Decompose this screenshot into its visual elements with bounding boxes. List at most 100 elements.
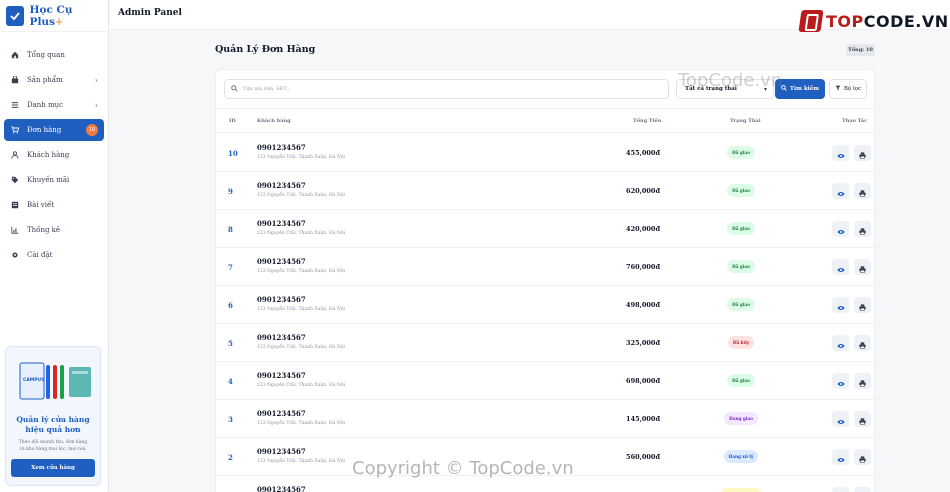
stationery-illustration: CAMPUS: [6, 361, 100, 413]
topcode-watermark-logo: TOPCODE.VN: [798, 10, 949, 32]
col-header-id[interactable]: ID: [229, 118, 236, 124]
row-actions: [832, 449, 871, 465]
sidebar-item-label: Cài đặt: [27, 251, 53, 259]
view-order-button[interactable]: [832, 183, 849, 199]
view-order-button[interactable]: [832, 411, 849, 427]
sidebar-item-2[interactable]: Danh mục ›: [4, 94, 104, 116]
order-id[interactable]: 5: [228, 339, 233, 348]
print-order-button[interactable]: [854, 373, 871, 389]
print-order-button[interactable]: [854, 297, 871, 313]
status-cell: Đã giao: [719, 298, 763, 311]
row-actions: [832, 145, 871, 161]
customer-address: 123 Nguyễn Trãi, Thanh Xuân, Hà Nội: [257, 269, 345, 274]
table-row[interactable]: 8 0901234567 123 Nguyễn Trãi, Thanh Xuân, …: [216, 210, 874, 248]
order-id[interactable]: 3: [228, 415, 233, 424]
status-cell: Đã giao: [719, 222, 763, 235]
order-id[interactable]: 7: [228, 263, 233, 272]
col-header-total[interactable]: Tổng Tiền: [633, 118, 661, 124]
print-order-button[interactable]: [854, 183, 871, 199]
print-order-button[interactable]: [854, 449, 871, 465]
order-total: 455,000đ: [626, 149, 660, 157]
order-id[interactable]: 9: [228, 187, 233, 196]
print-order-button[interactable]: [854, 335, 871, 351]
promo-desc: Theo dõi doanh thu, đơn hàng và kho hàng…: [18, 440, 88, 452]
customer-address: 123 Nguyễn Trãi, Thanh Xuân, Hà Nội: [257, 307, 345, 312]
table-row[interactable]: 5 0901234567 123 Nguyễn Trãi, Thanh Xuân, …: [216, 324, 874, 362]
sidebar-item-8[interactable]: Cài đặt: [4, 244, 104, 266]
eye-icon: [836, 144, 845, 163]
view-order-button[interactable]: [832, 335, 849, 351]
sidebar-item-0[interactable]: Tổng quan: [4, 44, 104, 66]
sidebar-nav: Tổng quan Sản phẩm › Danh mục › Đơn hàng 10 Khá…: [0, 32, 108, 266]
table-row[interactable]: 6 0901234567 123 Nguyễn Trãi, Thanh Xuân, …: [216, 286, 874, 324]
sidebar-item-3[interactable]: Đơn hàng 10: [4, 119, 104, 141]
brand[interactable]: Học Cụ Plus+: [0, 0, 108, 32]
order-total: 420,000đ: [626, 225, 660, 233]
status-badge: Đã hủy: [727, 336, 755, 349]
view-store-button[interactable]: Xem cửa hàng: [11, 459, 95, 477]
order-id[interactable]: 6: [228, 301, 233, 310]
status-badge: Đã giao: [727, 146, 755, 159]
row-actions: [832, 411, 871, 427]
print-order-button[interactable]: [854, 259, 871, 275]
table-row[interactable]: 3 0901234567 123 Nguyễn Trãi, Thanh Xuân, …: [216, 400, 874, 438]
sidebar-item-4[interactable]: Khách hàng: [4, 144, 104, 166]
print-order-button[interactable]: [854, 411, 871, 427]
order-total: 698,000đ: [626, 377, 660, 385]
print-order-button[interactable]: [854, 487, 871, 492]
order-total: 560,000đ: [626, 453, 660, 461]
home-icon: [10, 51, 19, 60]
view-order-button[interactable]: [832, 221, 849, 237]
status-cell: Chờ xác nhận: [719, 488, 763, 492]
order-id[interactable]: 2: [228, 453, 233, 462]
order-total: 325,000đ: [626, 339, 660, 347]
topcode-logo-text: TOPCODE.VN: [826, 11, 949, 31]
status-cell: Đang xử lý: [719, 450, 763, 463]
search-button[interactable]: Tìm kiếm: [775, 79, 825, 99]
page-title: Quản Lý Đơn Hàng: [215, 44, 316, 55]
view-order-button[interactable]: [832, 297, 849, 313]
eye-icon: [836, 410, 845, 429]
table-row[interactable]: 9 0901234567 123 Nguyễn Trãi, Thanh Xuân, …: [216, 172, 874, 210]
sidebar-item-label: Sản phẩm: [27, 76, 63, 84]
col-header-customer[interactable]: Khách hàng: [257, 118, 291, 124]
view-order-button[interactable]: [832, 373, 849, 389]
print-order-button[interactable]: [854, 145, 871, 161]
print-order-button[interactable]: [854, 221, 871, 237]
topbar-title: Admin Panel: [118, 8, 182, 18]
topcode-logo-icon: [798, 10, 824, 32]
sidebar-item-6[interactable]: Bài viết: [4, 194, 104, 216]
table-row[interactable]: 4 0901234567 123 Nguyễn Trãi, Thanh Xuân, …: [216, 362, 874, 400]
table-row[interactable]: 10 0901234567 123 Nguyễn Trãi, Thanh Xuân,…: [216, 134, 874, 172]
customer-address: 123 Nguyễn Trãi, Thanh Xuân, Hà Nội: [257, 421, 345, 426]
order-total: 498,000đ: [626, 301, 660, 309]
filter-button[interactable]: Bộ lọc: [829, 79, 867, 99]
status-badge: Đang giao: [724, 412, 758, 425]
search-box[interactable]: [224, 79, 669, 99]
view-order-button[interactable]: [832, 449, 849, 465]
cart-icon: [10, 126, 19, 135]
row-actions: [832, 335, 871, 351]
sidebar-item-label: Bài viết: [27, 201, 55, 209]
view-order-button[interactable]: [832, 259, 849, 275]
order-id[interactable]: 8: [228, 225, 233, 234]
table-row[interactable]: 7 0901234567 123 Nguyễn Trãi, Thanh Xuân, …: [216, 248, 874, 286]
view-order-button[interactable]: [832, 487, 849, 492]
sidebar-item-1[interactable]: Sản phẩm ›: [4, 69, 104, 91]
customer-phone: 0901234567: [257, 295, 306, 304]
view-order-button[interactable]: [832, 145, 849, 161]
row-actions: [832, 183, 871, 199]
sidebar-item-5[interactable]: Khuyến mãi: [4, 169, 104, 191]
order-id[interactable]: 10: [228, 149, 238, 158]
tag-icon: [10, 176, 19, 185]
order-id[interactable]: 4: [228, 377, 233, 386]
printer-icon: [859, 258, 866, 277]
col-header-status[interactable]: Trạng Thái: [730, 118, 761, 124]
list-icon: [10, 101, 19, 110]
search-input[interactable]: [243, 86, 643, 92]
status-badge: Chờ xác nhận: [720, 488, 762, 492]
sidebar-item-7[interactable]: Thống kê: [4, 219, 104, 241]
status-badge: Đang xử lý: [723, 450, 759, 463]
chart-icon: [10, 226, 19, 235]
customer-address: 123 Nguyễn Trãi, Thanh Xuân, Hà Nội: [257, 231, 345, 236]
